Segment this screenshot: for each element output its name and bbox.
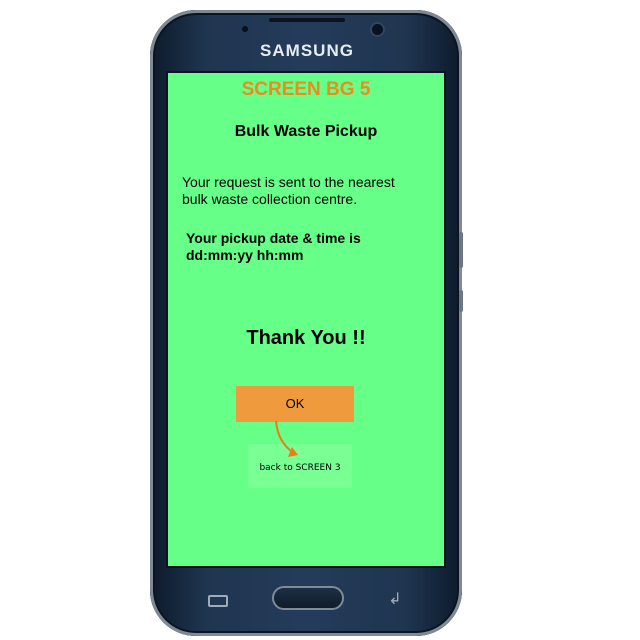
thank-you-text: Thank You !! (246, 327, 366, 349)
back-arrow-icon[interactable]: ↲ (384, 591, 406, 609)
proximity-sensor (242, 26, 248, 32)
pickup-datetime: dd:mm:yy hh:mm (186, 247, 304, 263)
annotation-label: back to SCREEN 3 (259, 463, 341, 473)
brand-logo: SAMSUNG (260, 41, 354, 60)
app-screen: SCREEN BG 5 Bulk Waste Pickup Your reque… (166, 71, 446, 568)
front-camera-icon (372, 24, 383, 35)
recent-apps-icon[interactable] (208, 595, 228, 607)
ok-button[interactable]: OK (236, 386, 354, 422)
confirmation-message: Your request is sent to the nearest bulk… (182, 174, 395, 207)
screen-label: SCREEN BG 5 (241, 79, 371, 100)
curved-arrow-icon (275, 420, 298, 457)
volume-button (459, 232, 463, 268)
navigation-annotation: back to SCREEN 3 (248, 444, 352, 488)
pickup-info: Your pickup date & time is dd:mm:yy hh:m… (186, 230, 426, 264)
pickup-label: Your pickup date & time is (186, 230, 361, 246)
earpiece-speaker (269, 18, 345, 22)
power-button (459, 290, 463, 312)
home-button[interactable] (272, 586, 344, 610)
page-title: Bulk Waste Pickup (234, 123, 378, 140)
